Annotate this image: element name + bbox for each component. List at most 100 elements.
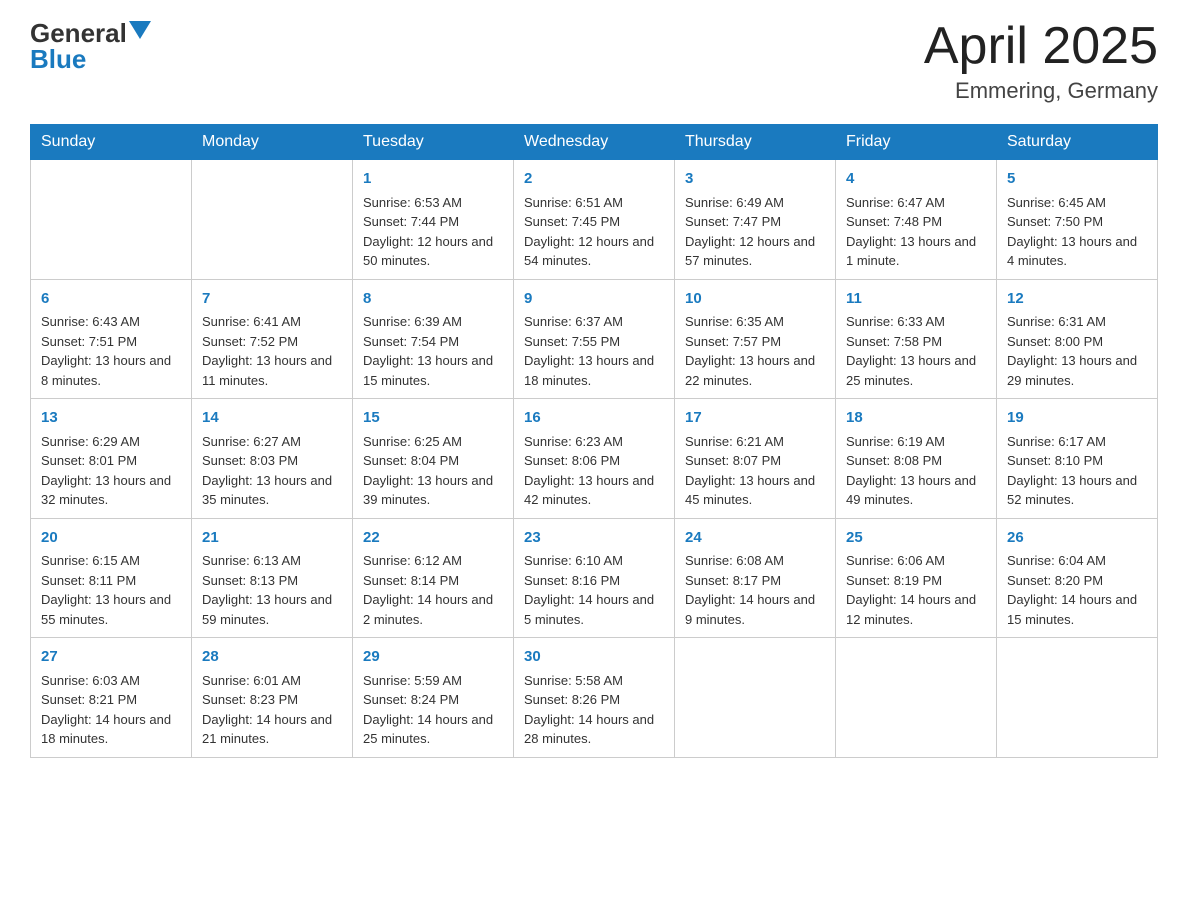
daylight-text: Daylight: 13 hours and 59 minutes.: [202, 590, 342, 629]
sunrise-text: Sunrise: 6:15 AM: [41, 551, 181, 571]
sunset-text: Sunset: 8:04 PM: [363, 451, 503, 471]
header-tuesday: Tuesday: [353, 125, 514, 160]
daylight-text: Daylight: 13 hours and 4 minutes.: [1007, 232, 1147, 271]
calendar-cell: 29Sunrise: 5:59 AMSunset: 8:24 PMDayligh…: [353, 638, 514, 758]
sunset-text: Sunset: 8:19 PM: [846, 571, 986, 591]
sunset-text: Sunset: 7:55 PM: [524, 332, 664, 352]
sunset-text: Sunset: 7:48 PM: [846, 212, 986, 232]
calendar-cell: 22Sunrise: 6:12 AMSunset: 8:14 PMDayligh…: [353, 518, 514, 638]
daylight-text: Daylight: 14 hours and 15 minutes.: [1007, 590, 1147, 629]
daylight-text: Daylight: 12 hours and 57 minutes.: [685, 232, 825, 271]
sunset-text: Sunset: 8:01 PM: [41, 451, 181, 471]
sunrise-text: Sunrise: 6:51 AM: [524, 193, 664, 213]
daylight-text: Daylight: 14 hours and 25 minutes.: [363, 710, 503, 749]
calendar-cell: [192, 160, 353, 280]
sunset-text: Sunset: 7:57 PM: [685, 332, 825, 352]
day-number: 25: [846, 527, 986, 550]
sunrise-text: Sunrise: 6:08 AM: [685, 551, 825, 571]
sunset-text: Sunset: 8:21 PM: [41, 690, 181, 710]
week-row-3: 13Sunrise: 6:29 AMSunset: 8:01 PMDayligh…: [31, 399, 1158, 519]
sunset-text: Sunset: 7:54 PM: [363, 332, 503, 352]
calendar-cell: 14Sunrise: 6:27 AMSunset: 8:03 PMDayligh…: [192, 399, 353, 519]
sunrise-text: Sunrise: 6:19 AM: [846, 432, 986, 452]
daylight-text: Daylight: 14 hours and 12 minutes.: [846, 590, 986, 629]
calendar-cell: [836, 638, 997, 758]
sunset-text: Sunset: 8:13 PM: [202, 571, 342, 591]
day-number: 21: [202, 527, 342, 550]
calendar-cell: 13Sunrise: 6:29 AMSunset: 8:01 PMDayligh…: [31, 399, 192, 519]
day-number: 23: [524, 527, 664, 550]
daylight-text: Daylight: 13 hours and 42 minutes.: [524, 471, 664, 510]
sunset-text: Sunset: 8:07 PM: [685, 451, 825, 471]
calendar-cell: 4Sunrise: 6:47 AMSunset: 7:48 PMDaylight…: [836, 160, 997, 280]
sunrise-text: Sunrise: 6:04 AM: [1007, 551, 1147, 571]
sunrise-text: Sunrise: 6:21 AM: [685, 432, 825, 452]
calendar-cell: 7Sunrise: 6:41 AMSunset: 7:52 PMDaylight…: [192, 279, 353, 399]
daylight-text: Daylight: 14 hours and 2 minutes.: [363, 590, 503, 629]
day-number: 15: [363, 407, 503, 430]
day-number: 24: [685, 527, 825, 550]
sunset-text: Sunset: 8:10 PM: [1007, 451, 1147, 471]
sunset-text: Sunset: 8:20 PM: [1007, 571, 1147, 591]
page-title: April 2025: [924, 20, 1158, 72]
daylight-text: Daylight: 13 hours and 18 minutes.: [524, 351, 664, 390]
daylight-text: Daylight: 13 hours and 49 minutes.: [846, 471, 986, 510]
daylight-text: Daylight: 13 hours and 45 minutes.: [685, 471, 825, 510]
daylight-text: Daylight: 13 hours and 35 minutes.: [202, 471, 342, 510]
calendar-cell: 25Sunrise: 6:06 AMSunset: 8:19 PMDayligh…: [836, 518, 997, 638]
header-friday: Friday: [836, 125, 997, 160]
day-number: 7: [202, 288, 342, 311]
day-number: 8: [363, 288, 503, 311]
calendar-header-row: SundayMondayTuesdayWednesdayThursdayFrid…: [31, 125, 1158, 160]
sunrise-text: Sunrise: 6:39 AM: [363, 312, 503, 332]
daylight-text: Daylight: 13 hours and 52 minutes.: [1007, 471, 1147, 510]
sunset-text: Sunset: 7:45 PM: [524, 212, 664, 232]
daylight-text: Daylight: 12 hours and 50 minutes.: [363, 232, 503, 271]
day-number: 17: [685, 407, 825, 430]
sunrise-text: Sunrise: 6:35 AM: [685, 312, 825, 332]
calendar-cell: 23Sunrise: 6:10 AMSunset: 8:16 PMDayligh…: [514, 518, 675, 638]
daylight-text: Daylight: 12 hours and 54 minutes.: [524, 232, 664, 271]
calendar-cell: 30Sunrise: 5:58 AMSunset: 8:26 PMDayligh…: [514, 638, 675, 758]
day-number: 20: [41, 527, 181, 550]
sunrise-text: Sunrise: 6:41 AM: [202, 312, 342, 332]
calendar-table: SundayMondayTuesdayWednesdayThursdayFrid…: [30, 124, 1158, 758]
sunrise-text: Sunrise: 6:17 AM: [1007, 432, 1147, 452]
daylight-text: Daylight: 13 hours and 29 minutes.: [1007, 351, 1147, 390]
sunrise-text: Sunrise: 6:31 AM: [1007, 312, 1147, 332]
day-number: 11: [846, 288, 986, 311]
sunrise-text: Sunrise: 6:47 AM: [846, 193, 986, 213]
daylight-text: Daylight: 13 hours and 11 minutes.: [202, 351, 342, 390]
sunrise-text: Sunrise: 6:23 AM: [524, 432, 664, 452]
sunrise-text: Sunrise: 6:27 AM: [202, 432, 342, 452]
logo-name: General Blue: [30, 20, 151, 72]
header-sunday: Sunday: [31, 125, 192, 160]
sunset-text: Sunset: 8:06 PM: [524, 451, 664, 471]
calendar-cell: 5Sunrise: 6:45 AMSunset: 7:50 PMDaylight…: [997, 160, 1158, 280]
calendar-cell: 17Sunrise: 6:21 AMSunset: 8:07 PMDayligh…: [675, 399, 836, 519]
page-subtitle: Emmering, Germany: [924, 78, 1158, 104]
sunset-text: Sunset: 8:11 PM: [41, 571, 181, 591]
daylight-text: Daylight: 13 hours and 1 minute.: [846, 232, 986, 271]
sunrise-text: Sunrise: 6:29 AM: [41, 432, 181, 452]
day-number: 5: [1007, 168, 1147, 191]
daylight-text: Daylight: 13 hours and 55 minutes.: [41, 590, 181, 629]
sunset-text: Sunset: 8:23 PM: [202, 690, 342, 710]
logo: General Blue: [30, 20, 151, 72]
calendar-cell: 8Sunrise: 6:39 AMSunset: 7:54 PMDaylight…: [353, 279, 514, 399]
calendar-cell: 2Sunrise: 6:51 AMSunset: 7:45 PMDaylight…: [514, 160, 675, 280]
day-number: 29: [363, 646, 503, 669]
sunrise-text: Sunrise: 6:12 AM: [363, 551, 503, 571]
week-row-5: 27Sunrise: 6:03 AMSunset: 8:21 PMDayligh…: [31, 638, 1158, 758]
daylight-text: Daylight: 13 hours and 22 minutes.: [685, 351, 825, 390]
day-number: 4: [846, 168, 986, 191]
calendar-cell: 15Sunrise: 6:25 AMSunset: 8:04 PMDayligh…: [353, 399, 514, 519]
sunset-text: Sunset: 7:47 PM: [685, 212, 825, 232]
sunset-text: Sunset: 7:52 PM: [202, 332, 342, 352]
day-number: 27: [41, 646, 181, 669]
daylight-text: Daylight: 13 hours and 25 minutes.: [846, 351, 986, 390]
week-row-1: 1Sunrise: 6:53 AMSunset: 7:44 PMDaylight…: [31, 160, 1158, 280]
sunset-text: Sunset: 7:58 PM: [846, 332, 986, 352]
sunrise-text: Sunrise: 6:10 AM: [524, 551, 664, 571]
day-number: 1: [363, 168, 503, 191]
